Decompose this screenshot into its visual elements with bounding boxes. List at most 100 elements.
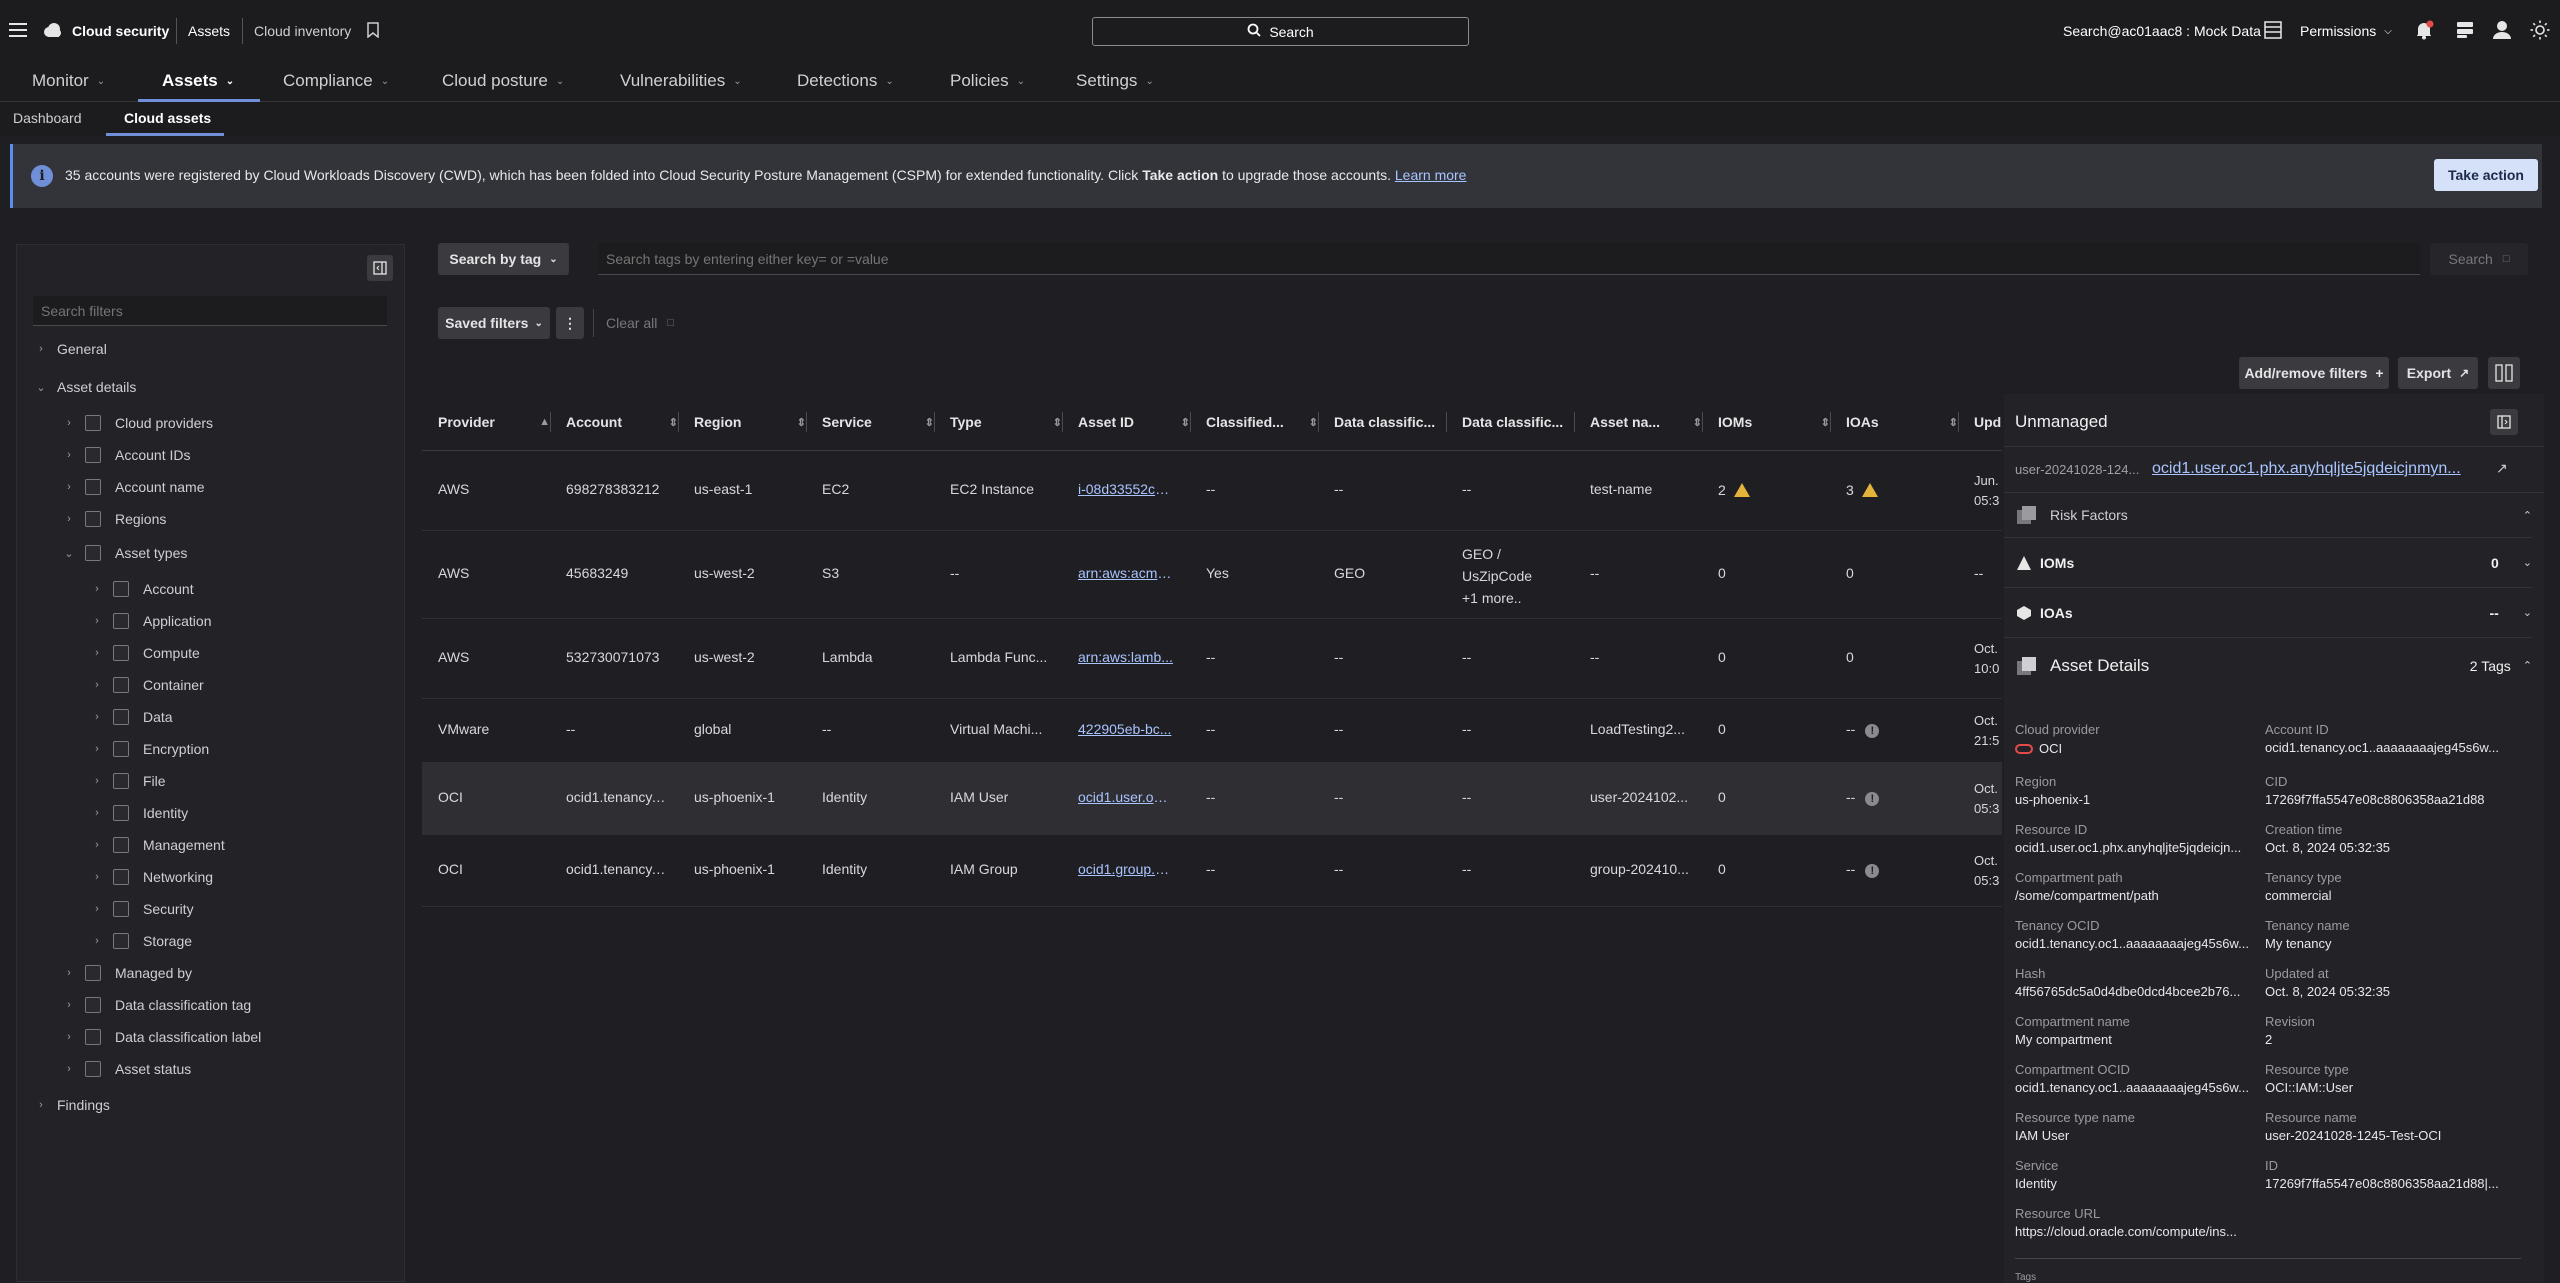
asset-type-networking[interactable]: › Networking <box>91 866 213 888</box>
col-header-ioas[interactable]: IOAs ⇕ <box>1846 394 1958 450</box>
checkbox[interactable] <box>113 933 129 949</box>
nav-assets[interactable]: Assets ⌄ <box>162 68 234 94</box>
asset-type-container[interactable]: › Container <box>91 674 204 696</box>
tenant-label[interactable]: Search@ac01aac8 : Mock Data <box>2063 23 2261 39</box>
table-row[interactable]: AWS 532730071073 us-west-2 Lambda Lambda… <box>422 619 2002 699</box>
add-remove-filters-button[interactable]: Add/remove filters + <box>2239 357 2389 389</box>
filter-item-asset-types[interactable]: ⌄ Asset types <box>63 542 187 564</box>
filter-group-findings[interactable]: › Findings <box>35 1094 110 1116</box>
filter-item-data-classification-label[interactable]: › Data classification label <box>63 1026 261 1048</box>
hamburger-menu-icon[interactable] <box>8 20 28 40</box>
notifications-bell-icon[interactable] <box>2414 20 2434 40</box>
filter-group-asset-details[interactable]: ⌄ Asset details <box>35 376 136 398</box>
checkbox[interactable] <box>113 837 129 853</box>
close-panel-button[interactable] <box>2490 409 2518 435</box>
filter-item-regions[interactable]: › Regions <box>63 508 166 530</box>
ioms-row[interactable]: IOMs 0 ⌄ <box>2004 537 2532 587</box>
tab-dashboard[interactable]: Dashboard <box>13 110 82 126</box>
nav-vulnerabilities[interactable]: Vulnerabilities ⌄ <box>620 68 742 94</box>
tag-search-button[interactable]: Search □ <box>2430 243 2528 275</box>
take-action-button[interactable]: Take action <box>2434 159 2538 191</box>
col-header-account[interactable]: Account ⇕ <box>566 394 678 450</box>
more-options-button[interactable]: ⋮ <box>556 307 584 339</box>
filter-item-data-classification-tag[interactable]: › Data classification tag <box>63 994 251 1016</box>
table-row[interactable]: AWS 698278383212 us-east-1 EC2 EC2 Insta… <box>422 451 2002 531</box>
cell-asset-id-link[interactable]: ocid1.group.o... <box>1078 861 1174 877</box>
asset-type-encryption[interactable]: › Encryption <box>91 738 209 760</box>
bookmark-icon[interactable] <box>367 22 379 39</box>
breadcrumb-assets[interactable]: Assets <box>188 23 230 39</box>
info-icon[interactable]: ! <box>1865 792 1880 806</box>
message-center-icon[interactable] <box>2455 20 2475 40</box>
nav-compliance[interactable]: Compliance ⌄ <box>283 68 389 94</box>
clear-all-button[interactable]: Clear all □ <box>606 309 674 337</box>
table-row[interactable]: AWS 45683249 us-west-2 S3 -- arn:aws:acm… <box>422 531 2002 619</box>
cell-asset-id-link[interactable]: arn:aws:lamb... <box>1078 649 1174 665</box>
global-search-button[interactable]: Search <box>1092 17 1469 46</box>
checkbox[interactable] <box>113 805 129 821</box>
checkbox[interactable] <box>85 997 101 1013</box>
filter-item-managed-by[interactable]: › Managed by <box>63 962 192 984</box>
search-by-tag-dropdown[interactable]: Search by tag ⌄ <box>438 243 569 275</box>
col-header-asset-name[interactable]: Asset na... ⇕ <box>1590 394 1702 450</box>
external-link-icon[interactable]: ↗ <box>2496 460 2508 477</box>
user-profile-icon[interactable] <box>2492 20 2512 40</box>
col-header-data-classification-2[interactable]: Data classific... <box>1462 394 1574 450</box>
panel-resource-link[interactable]: ocid1.user.oc1.phx.anyhqljte5jqdeicjnmyn… <box>2152 460 2487 478</box>
asset-type-identity[interactable]: › Identity <box>91 802 188 824</box>
col-header-data-classification-1[interactable]: Data classific... <box>1334 394 1446 450</box>
checkbox[interactable] <box>85 545 101 561</box>
col-header-service[interactable]: Service ⇕ <box>822 394 934 450</box>
ioas-row[interactable]: IOAs -- ⌄ <box>2004 587 2532 637</box>
filter-item-account-ids[interactable]: › Account IDs <box>63 444 190 466</box>
asset-type-security[interactable]: › Security <box>91 898 194 920</box>
checkbox[interactable] <box>85 447 101 463</box>
col-header-type[interactable]: Type ⇕ <box>950 394 1062 450</box>
filter-item-account-name[interactable]: › Account name <box>63 476 205 498</box>
column-settings-icon[interactable] <box>2488 357 2520 389</box>
table-row[interactable]: VMware -- global -- Virtual Machi... 422… <box>422 699 2002 763</box>
field-value[interactable]: https://cloud.oracle.com/compute/ins... <box>2015 1224 2255 1239</box>
cell-asset-id-link[interactable]: 422905eb-bc... <box>1078 721 1174 737</box>
col-header-updated[interactable]: Upd <box>1974 394 2004 450</box>
asset-type-file[interactable]: › File <box>91 770 166 792</box>
cell-asset-id-link[interactable]: ocid1.user.oc1... <box>1078 789 1174 805</box>
filter-item-asset-status[interactable]: › Asset status <box>63 1058 191 1080</box>
filter-group-general[interactable]: › General <box>35 338 107 360</box>
nav-detections[interactable]: Detections ⌄ <box>797 68 894 94</box>
asset-type-application[interactable]: › Application <box>91 610 212 632</box>
nav-cloud-posture[interactable]: Cloud posture ⌄ <box>442 68 564 94</box>
col-header-ioms[interactable]: IOMs ⇕ <box>1718 394 1830 450</box>
tab-cloud-assets[interactable]: Cloud assets <box>124 110 211 126</box>
risk-factors-section[interactable]: Risk Factors ⌃ <box>2004 493 2532 537</box>
checkbox[interactable] <box>85 1061 101 1077</box>
permissions-dropdown[interactable]: Permissions ⌵ <box>2300 23 2392 39</box>
cell-asset-id-link[interactable]: arn:aws:acm:u... <box>1078 565 1174 581</box>
learn-more-link[interactable]: Learn more <box>1395 167 1467 183</box>
checkbox[interactable] <box>85 415 101 431</box>
theme-sun-icon[interactable] <box>2530 20 2550 40</box>
checkbox[interactable] <box>113 581 129 597</box>
cell-asset-id-link[interactable]: i-08d33552c7... <box>1078 481 1174 497</box>
asset-details-section[interactable]: Asset Details 2 Tags ⌃ <box>2004 637 2532 693</box>
filter-search-input[interactable] <box>33 296 387 326</box>
table-row[interactable]: OCI ocid1.tenancy.... us-phoenix-1 Ident… <box>422 835 2002 907</box>
asset-type-data[interactable]: › Data <box>91 706 173 728</box>
checkbox[interactable] <box>85 479 101 495</box>
nav-monitor[interactable]: Monitor ⌄ <box>32 68 105 94</box>
table-layout-icon[interactable] <box>2264 21 2282 39</box>
tag-search-input[interactable] <box>598 243 2420 275</box>
col-header-provider[interactable]: Provider ▲ <box>438 394 550 450</box>
checkbox[interactable] <box>113 773 129 789</box>
saved-filters-dropdown[interactable]: Saved filters ⌄ <box>438 307 550 339</box>
asset-type-compute[interactable]: › Compute <box>91 642 200 664</box>
checkbox[interactable] <box>113 677 129 693</box>
checkbox[interactable] <box>113 741 129 757</box>
col-header-region[interactable]: Region ⇕ <box>694 394 806 450</box>
asset-type-storage[interactable]: › Storage <box>91 930 192 952</box>
checkbox[interactable] <box>85 511 101 527</box>
checkbox[interactable] <box>113 709 129 725</box>
app-title[interactable]: Cloud security <box>72 23 169 39</box>
collapse-sidebar-button[interactable] <box>367 255 393 281</box>
info-icon[interactable]: ! <box>1865 864 1880 878</box>
